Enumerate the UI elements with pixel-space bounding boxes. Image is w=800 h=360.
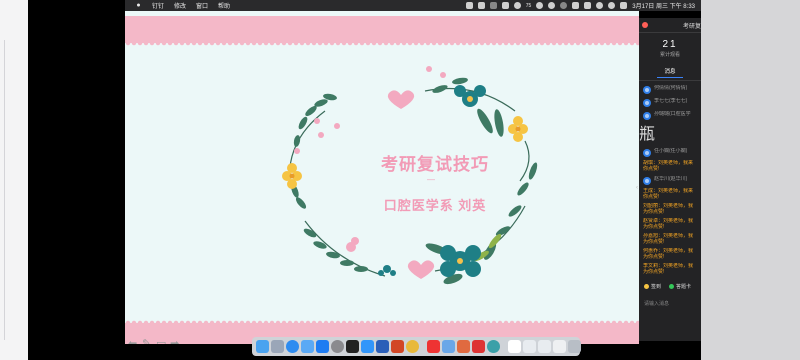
viewer-count-label: 累计观看	[659, 52, 680, 58]
photos-icon[interactable]	[457, 340, 470, 353]
viewer-name: 任小嫻(任小嫻)	[654, 148, 688, 154]
panel-header: 考研复	[639, 18, 701, 33]
yellow-flower-left	[282, 163, 302, 189]
chat-message: 孙嘉旭：刘英老师，我 为你点赞!	[643, 233, 694, 245]
status-icon-2[interactable]	[477, 2, 485, 9]
presentation-slide: 考研复试技巧 — 口腔医学系 刘英 ⬅ ✎ ▭ ➡	[125, 11, 639, 344]
heart-top	[387, 90, 415, 109]
status-icon-5[interactable]	[513, 2, 521, 9]
quiz-card-button[interactable]: 答题卡	[669, 283, 691, 290]
search-icon[interactable]	[608, 2, 616, 9]
slide-title: 考研复试技巧	[381, 155, 489, 174]
powerpoint-icon[interactable]	[391, 340, 404, 353]
teal-flower-small	[378, 265, 396, 276]
heart-bottom	[407, 260, 435, 279]
sync-icon[interactable]	[560, 2, 568, 9]
menu-edit[interactable]: 修改	[174, 1, 186, 10]
viewer-name: 孙璐璐(口腔医学	[654, 111, 691, 117]
quiz-icon	[669, 284, 675, 290]
pages-icon[interactable]	[487, 340, 500, 353]
live-chat-panel: 考研复 21 累计观看 消息 何倩倩(何倩倩) 李七七(李七七) 孙璐璐(口腔医…	[639, 18, 701, 341]
appstore-icon[interactable]	[316, 340, 329, 353]
viewer-item: 何倩倩(何倩倩)	[643, 85, 701, 94]
dingtalk-icon[interactable]	[361, 340, 374, 353]
control-center-icon[interactable]	[620, 2, 628, 9]
viewer-count: 21	[662, 39, 678, 50]
status-icon-4[interactable]	[501, 2, 509, 9]
word-icon[interactable]	[376, 340, 389, 353]
wreath-leaves	[291, 77, 538, 285]
menubar-clock[interactable]: 3月17日 周三 下午 8:33	[632, 1, 695, 10]
left-window-frame	[0, 0, 28, 360]
avatar	[643, 86, 651, 94]
chat-message: 胡琪：刘英老师，我来 你点赞!	[643, 160, 694, 172]
screen-mode-icon[interactable]: ▭	[156, 338, 166, 344]
battery-icon[interactable]	[572, 2, 580, 9]
yellow-flower-right	[508, 116, 528, 142]
mac-dock	[252, 337, 581, 356]
signin-button[interactable]: 签到	[644, 283, 661, 290]
status-icon-3[interactable]	[489, 2, 497, 9]
teal-flower-top	[454, 85, 486, 107]
chat-message: 王成：刘英老师，我来 你点赞!	[643, 188, 694, 200]
next-slide-icon[interactable]: ➡	[170, 338, 179, 344]
chat-message: 刘韶丽：刘英老师，我 为你点赞!	[643, 203, 694, 215]
document-icon[interactable]	[538, 340, 551, 353]
prev-slide-icon[interactable]: ⬅	[128, 338, 137, 344]
input-method-icon[interactable]	[584, 2, 592, 9]
chat-message: 赵贤卓：刘英老师，我 为你点赞!	[643, 218, 694, 230]
safari-icon[interactable]	[286, 340, 299, 353]
close-icon[interactable]	[642, 22, 648, 28]
viewer-item: 孙璐璐(口腔医学	[643, 111, 701, 120]
viewer-item: 任小嫻(任小嫻)	[643, 148, 701, 157]
viewer-name-extra: 瓶	[639, 126, 656, 143]
chat-message: 李文莉：刘英老师，我 为你点赞!	[643, 263, 694, 275]
window-icon[interactable]	[553, 340, 566, 353]
status-icon-1[interactable]	[465, 2, 473, 9]
menu-help[interactable]: 帮助	[218, 1, 230, 10]
tab-messages[interactable]: 消息	[639, 67, 701, 75]
record-icon[interactable]	[548, 2, 556, 9]
preview-icon[interactable]	[442, 340, 455, 353]
netease-icon[interactable]	[427, 340, 440, 353]
document-icon[interactable]	[523, 340, 536, 353]
apple-menu-icon[interactable]: ●	[135, 2, 142, 9]
avatar	[643, 99, 651, 107]
settings-icon[interactable]	[331, 340, 344, 353]
chat-message: 何惠乔：刘英老师，我 为你点赞!	[643, 248, 694, 260]
panel-title: 考研复	[683, 24, 701, 30]
mac-menubar: ● 钉钉 修改 窗口 帮助 75 3月17日 周三 下午 8:33	[125, 0, 701, 11]
viewer-name: 赵华川(赵华川)	[654, 176, 688, 182]
avatar	[643, 112, 651, 120]
avatar	[643, 149, 651, 157]
viewer-name: 李七七(李七七)	[654, 98, 688, 104]
mail-icon[interactable]	[301, 340, 314, 353]
viewer-item: 赵华川(赵华川)	[643, 176, 701, 185]
slide-subtitle: 口腔医学系 刘英	[383, 198, 487, 213]
right-window-frame	[701, 0, 800, 360]
message-input[interactable]: 请输入消息	[644, 300, 701, 307]
floral-wreath	[282, 66, 538, 285]
menu-window[interactable]: 窗口	[196, 1, 208, 10]
title-divider: —	[427, 175, 435, 184]
qq-icon[interactable]	[346, 340, 359, 353]
pen-tool-icon[interactable]: ✎	[142, 338, 151, 344]
battery-percent: 75	[525, 2, 532, 9]
launchpad-icon[interactable]	[271, 340, 284, 353]
avatar	[643, 177, 651, 185]
signin-icon	[644, 284, 649, 290]
tab-underline	[657, 77, 683, 78]
wifi-icon[interactable]	[596, 2, 604, 9]
finder-icon[interactable]	[256, 340, 269, 353]
viewer-name: 何倩倩(何倩倩)	[654, 85, 688, 91]
chrome-icon[interactable]	[406, 340, 419, 353]
trash-icon[interactable]	[568, 340, 581, 353]
app-menu[interactable]: 钉钉	[152, 1, 164, 10]
panel-actions: 签到 答题卡	[644, 283, 701, 290]
wps-icon[interactable]	[472, 340, 485, 353]
folder-icon[interactable]	[508, 340, 521, 353]
vpn-icon[interactable]	[536, 2, 544, 9]
viewer-item: 李七七(李七七)	[643, 98, 701, 107]
